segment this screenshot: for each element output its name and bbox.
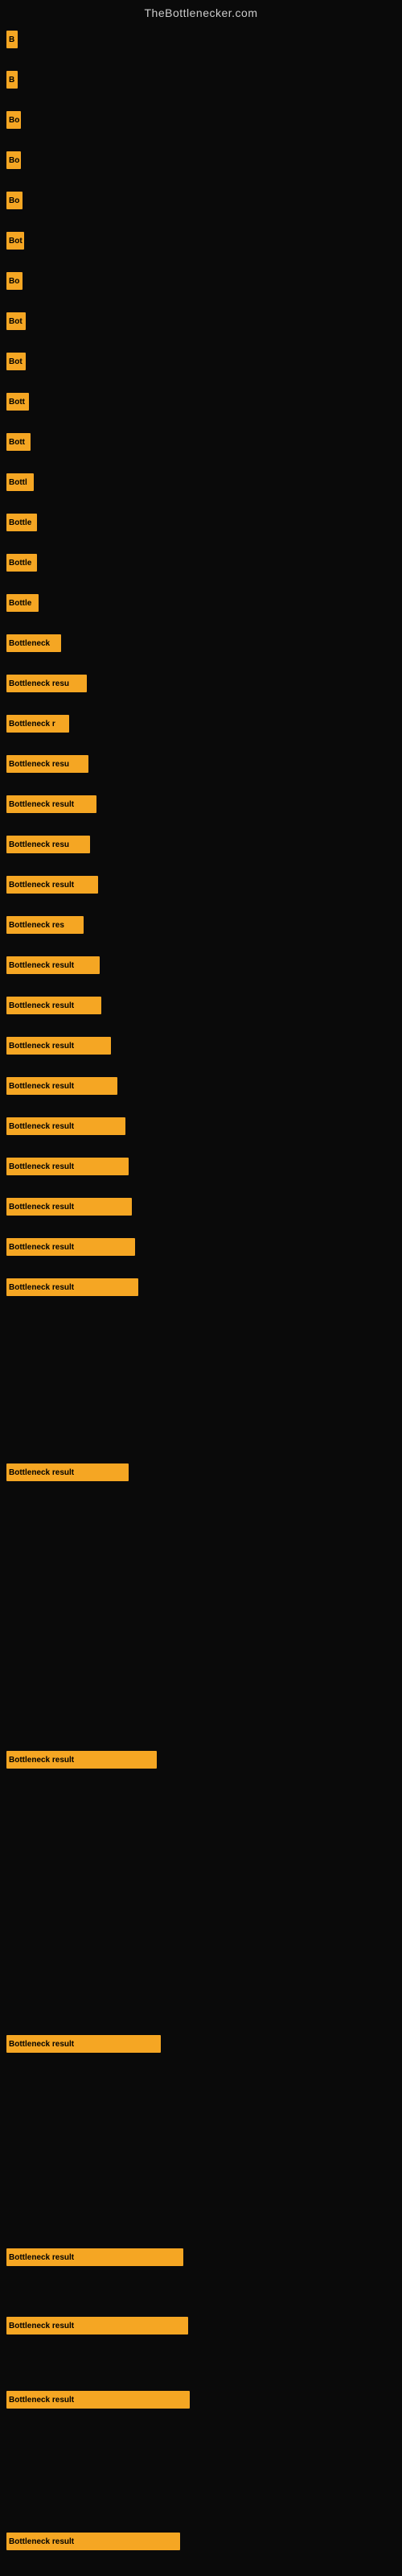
bar-row: Bottle bbox=[6, 554, 37, 572]
bar-row: Bottleneck result bbox=[6, 1198, 132, 1216]
bar: Bottleneck result bbox=[6, 1751, 157, 1769]
bar: Bottleneck result bbox=[6, 1463, 129, 1481]
bar: Bottleneck resu bbox=[6, 836, 90, 853]
bar-row: Bottle bbox=[6, 594, 39, 612]
bar: Bottleneck result bbox=[6, 876, 98, 894]
bar: Bott bbox=[6, 393, 29, 411]
bar: Bottle bbox=[6, 594, 39, 612]
bar: Bottleneck result bbox=[6, 2248, 183, 2266]
bar: Bo bbox=[6, 272, 23, 290]
bar: Bottleneck result bbox=[6, 956, 100, 974]
bar: Bot bbox=[6, 353, 26, 370]
bar: Bottleneck bbox=[6, 634, 61, 652]
bar: Bottleneck result bbox=[6, 2035, 161, 2053]
bar: Bottleneck resu bbox=[6, 675, 87, 692]
bar-row: Bottleneck result bbox=[6, 1117, 125, 1135]
bar: Bo bbox=[6, 192, 23, 209]
bar-row: Bo bbox=[6, 192, 23, 209]
bar: Bottleneck resu bbox=[6, 755, 88, 773]
bar-row: Bott bbox=[6, 433, 31, 451]
bar-row: Bottleneck result bbox=[6, 2035, 161, 2053]
bar: B bbox=[6, 71, 18, 89]
bar: Bottleneck result bbox=[6, 2533, 180, 2550]
bar-row: Bo bbox=[6, 111, 21, 129]
bar: Bottleneck result bbox=[6, 1278, 138, 1296]
bar-row: Bottleneck result bbox=[6, 876, 98, 894]
bar-row: Bottl bbox=[6, 473, 34, 491]
bar: Bottleneck result bbox=[6, 1238, 135, 1256]
bar-row: Bottleneck result bbox=[6, 2248, 183, 2266]
bar: B bbox=[6, 31, 18, 48]
bar-row: B bbox=[6, 31, 18, 48]
bar-row: Bottleneck result bbox=[6, 1037, 111, 1055]
bar: Bottle bbox=[6, 514, 37, 531]
bar-row: Bottleneck result bbox=[6, 1238, 135, 1256]
bar: Bottleneck result bbox=[6, 1037, 111, 1055]
bar: Bo bbox=[6, 151, 21, 169]
bar: Bottleneck result bbox=[6, 1117, 125, 1135]
bar: Bottleneck result bbox=[6, 1077, 117, 1095]
bar-row: Bottleneck resu bbox=[6, 675, 87, 692]
bar: Bottleneck result bbox=[6, 1158, 129, 1175]
bar-row: Bo bbox=[6, 272, 23, 290]
bar-row: Bottleneck result bbox=[6, 2391, 190, 2409]
bar-row: Bottleneck bbox=[6, 634, 61, 652]
bar: Bott bbox=[6, 433, 31, 451]
bar: Bottleneck r bbox=[6, 715, 69, 733]
bar-row: Bottleneck resu bbox=[6, 836, 90, 853]
bar-row: Bottle bbox=[6, 514, 37, 531]
bar-row: Bot bbox=[6, 232, 24, 250]
bar-row: Bottleneck result bbox=[6, 997, 101, 1014]
bar: Bottleneck res bbox=[6, 916, 84, 934]
bar-row: Bottleneck result bbox=[6, 1278, 138, 1296]
bar-row: Bot bbox=[6, 353, 26, 370]
bar-row: Bo bbox=[6, 151, 21, 169]
bar-row: Bottleneck result bbox=[6, 1751, 157, 1769]
bar-row: Bottleneck result bbox=[6, 795, 96, 813]
bar-row: Bott bbox=[6, 393, 29, 411]
site-title: TheBottlenecker.com bbox=[0, 0, 402, 23]
bars-wrapper: B B Bo Bo Bo Bot Bo Bot Bot Bott Bott Bottl Bottle Bo… bbox=[0, 23, 402, 2566]
bar: Bo bbox=[6, 111, 21, 129]
bar: Bottl bbox=[6, 473, 34, 491]
bar-row: Bottleneck r bbox=[6, 715, 69, 733]
bar: Bot bbox=[6, 312, 26, 330]
bar: Bottle bbox=[6, 554, 37, 572]
bar: Bot bbox=[6, 232, 24, 250]
bar-row: Bot bbox=[6, 312, 26, 330]
bar: Bottleneck result bbox=[6, 997, 101, 1014]
bar-row: Bottleneck resu bbox=[6, 755, 88, 773]
bar-row: Bottleneck result bbox=[6, 1158, 129, 1175]
bar: Bottleneck result bbox=[6, 795, 96, 813]
bar-row: Bottleneck result bbox=[6, 956, 100, 974]
bar: Bottleneck result bbox=[6, 2391, 190, 2409]
bar-row: B bbox=[6, 71, 18, 89]
bar-row: Bottleneck result bbox=[6, 1463, 129, 1481]
bar-row: Bottleneck result bbox=[6, 2317, 188, 2334]
bar: Bottleneck result bbox=[6, 2317, 188, 2334]
bar-row: Bottleneck result bbox=[6, 1077, 117, 1095]
bar-row: Bottleneck result bbox=[6, 2533, 180, 2550]
bar: Bottleneck result bbox=[6, 1198, 132, 1216]
bar-row: Bottleneck res bbox=[6, 916, 84, 934]
